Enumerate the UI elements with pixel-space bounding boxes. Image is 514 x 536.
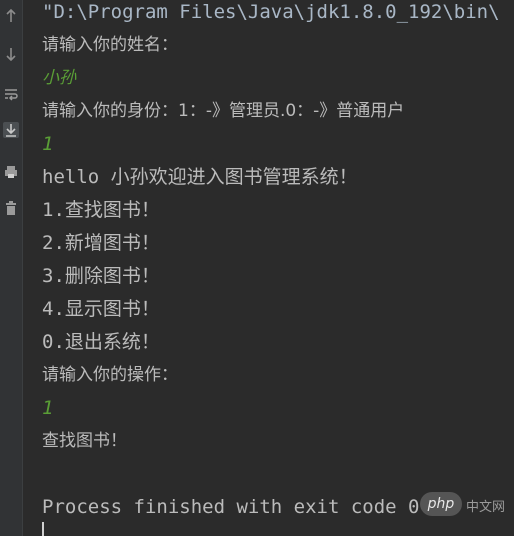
output-line: 2.新增图书！ xyxy=(42,232,160,254)
output-line: hello 小孙欢迎进入图书管理系统！ xyxy=(42,166,358,188)
output-line: 请输入你的姓名： xyxy=(42,35,178,55)
trash-icon[interactable] xyxy=(3,200,19,216)
text-caret xyxy=(42,522,44,536)
console-toolbar xyxy=(0,0,23,536)
arrow-up-icon[interactable] xyxy=(3,8,19,24)
output-line: 4.显示图书！ xyxy=(42,298,160,320)
output-line: 请输入你的身份：1：-》管理员.0：-》普通用户 xyxy=(42,101,405,121)
watermark-site: 中文网 xyxy=(466,500,506,515)
output-line: 请输入你的操作： xyxy=(42,365,178,385)
exit-status-line: Process finished with exit code 0 xyxy=(42,496,420,518)
command-line: "D:\Program Files\Java\jdk1.8.0_192\bin\ xyxy=(42,1,500,23)
output-line: 查找图书！ xyxy=(42,431,127,451)
output-line: 3.删除图书！ xyxy=(42,265,160,287)
soft-wrap-icon[interactable] xyxy=(3,86,19,102)
scroll-to-end-icon[interactable] xyxy=(3,122,19,138)
output-line: 1.查找图书！ xyxy=(42,199,160,221)
output-line: 0.退出系统！ xyxy=(42,331,160,353)
user-input-line: 1 xyxy=(42,133,54,155)
user-input-line: 1 xyxy=(42,397,54,419)
user-input-line: 小孙 xyxy=(42,68,76,88)
watermark-logo: php xyxy=(420,492,462,516)
run-console-window: "D:\Program Files\Java\jdk1.8.0_192\bin\… xyxy=(0,0,514,536)
print-icon[interactable] xyxy=(3,164,19,180)
arrow-down-icon[interactable] xyxy=(3,46,19,62)
